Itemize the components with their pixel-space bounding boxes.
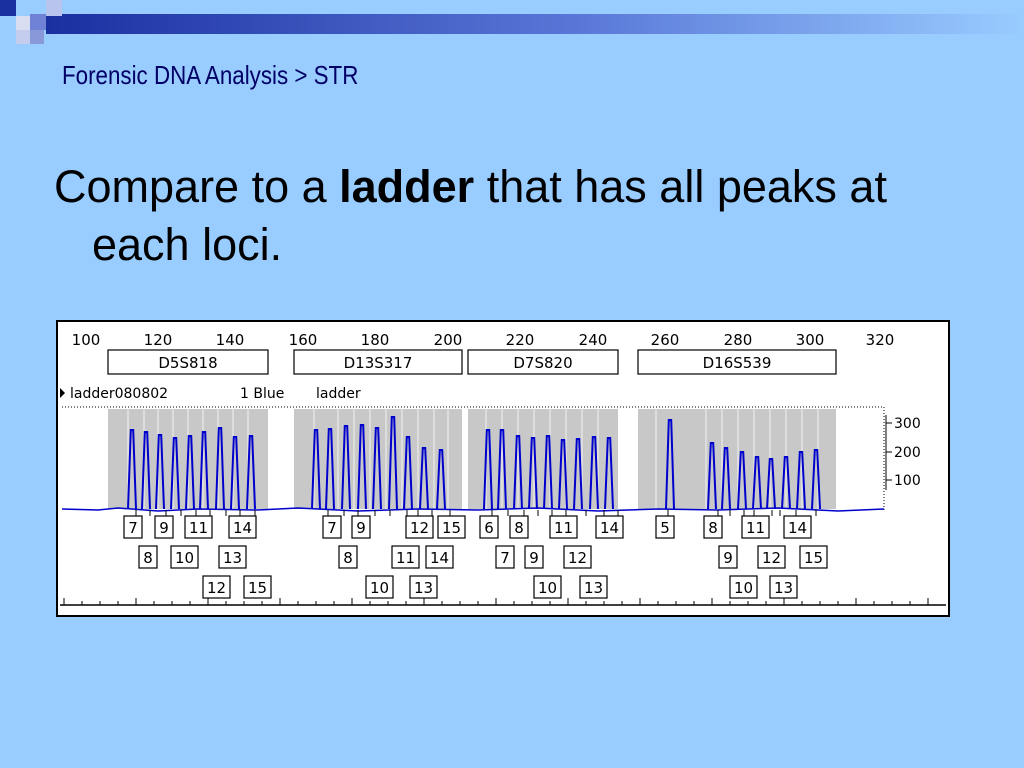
allele-label: 10 [175,549,194,567]
locus-name: D16S539 [703,354,772,372]
allele-label: 13 [414,579,433,597]
size-tick-label: 100 [72,331,101,349]
allele-label: 13 [584,579,603,597]
sample-name: ladder080802 [70,386,168,402]
allele-label: 9 [356,519,366,537]
allele-label: 8 [514,519,524,537]
body-text-part1: Compare to a [54,161,340,212]
body-text-bold: ladder [339,161,475,212]
rfu-tick-label: 200 [894,445,921,461]
str-ladder-electropherogram: 100 120 140 160 180 200 220 240 260 280 300 320 D5S8… [56,320,950,617]
allele-label: 9 [723,549,733,567]
size-tick-label: 200 [434,331,463,349]
size-tick-label: 180 [361,331,390,349]
allele-label: 11 [396,549,415,567]
electropherogram-canvas: 100 120 140 160 180 200 220 240 260 280 300 320 D5S8… [60,331,946,606]
allele-label: 11 [189,519,208,537]
rfu-tick-label: 100 [894,473,921,489]
slide-breadcrumb: Forensic DNA Analysis > STR [62,60,359,90]
allele-label: 10 [370,579,389,597]
allele-label: 13 [774,579,793,597]
allele-label: 15 [248,579,267,597]
allele-label: 15 [442,519,461,537]
allele-label: 11 [554,519,573,537]
slide-header-decoration [0,0,1024,44]
size-tick-label: 260 [651,331,680,349]
dye-label: 1 Blue [240,386,284,402]
allele-label: 5 [660,519,670,537]
allele-label: 13 [223,549,242,567]
allele-label: 8 [708,519,718,537]
size-tick-label: 140 [216,331,245,349]
allele-label: 8 [343,549,353,567]
sample-type: ladder [316,386,361,402]
allele-label: 12 [568,549,587,567]
allele-label: 14 [788,519,807,537]
allele-label: 8 [143,549,153,567]
allele-label: 12 [410,519,429,537]
locus-name: D5S818 [158,354,217,372]
allele-label: 12 [207,579,226,597]
allele-label: 15 [804,549,823,567]
allele-label: 12 [762,549,781,567]
allele-label: 7 [327,519,337,537]
size-tick-label: 120 [144,331,173,349]
allele-label: 7 [128,519,138,537]
slide-body-text: Compare to a ladder that has all peaks a… [54,158,892,274]
allele-label: 14 [600,519,619,537]
size-tick-label: 220 [506,331,535,349]
allele-label: 9 [159,519,169,537]
size-tick-label: 300 [796,331,825,349]
rfu-tick-label: 300 [894,416,921,432]
allele-label: 14 [430,549,449,567]
allele-label: 10 [538,579,557,597]
allele-label: 11 [746,519,765,537]
locus-name: D7S820 [513,354,572,372]
size-tick-label: 160 [289,331,318,349]
sample-marker-icon [60,388,65,398]
size-tick-label: 320 [866,331,895,349]
allele-label: 14 [233,519,252,537]
size-tick-label: 240 [579,331,608,349]
allele-label: 6 [484,519,494,537]
locus-name: D13S317 [344,354,413,372]
allele-label: 9 [529,549,539,567]
allele-label: 7 [500,549,510,567]
size-tick-label: 280 [724,331,753,349]
allele-label: 10 [734,579,753,597]
